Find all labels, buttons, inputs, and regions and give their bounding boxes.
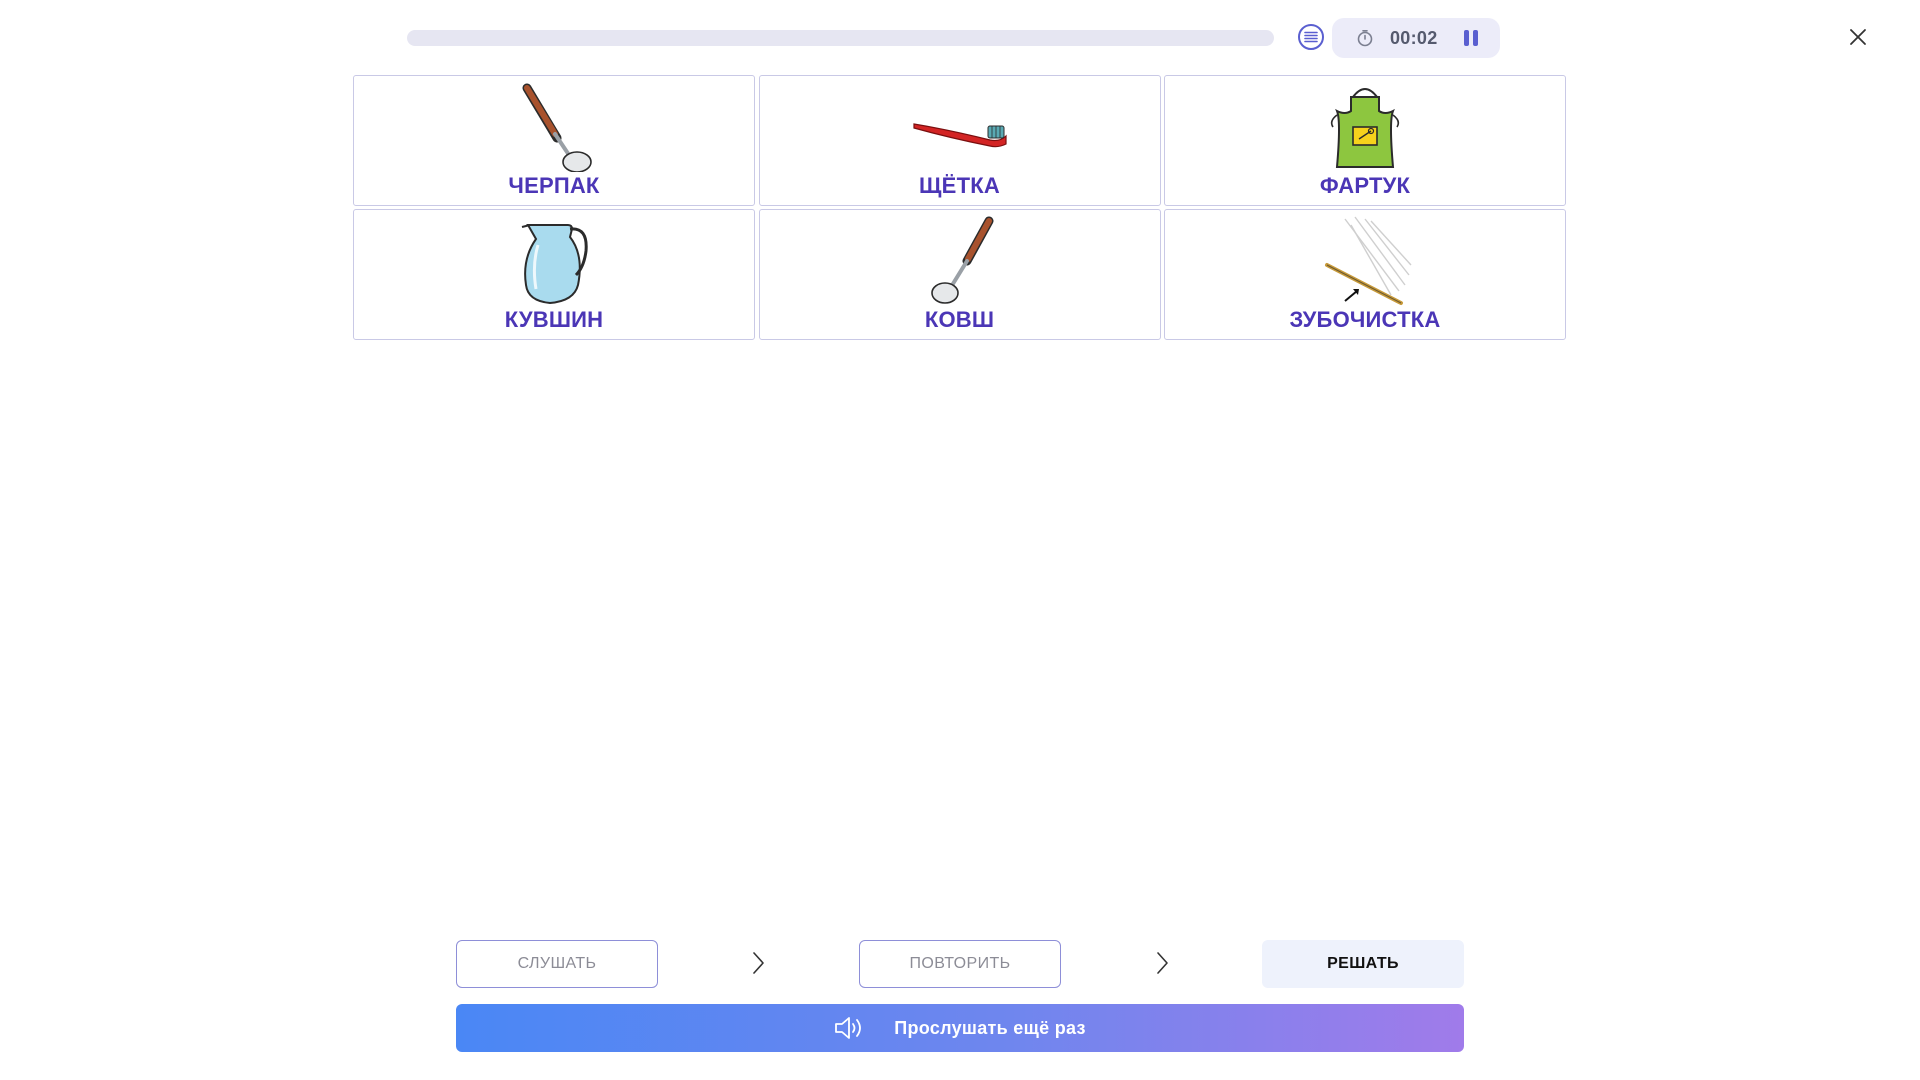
card-ladle[interactable]: ЧЕРПАК bbox=[353, 75, 755, 206]
chevron-right-icon bbox=[753, 952, 764, 974]
solve-step-button[interactable]: РЕШАТЬ bbox=[1262, 940, 1464, 988]
dipper-icon bbox=[905, 215, 1015, 307]
listen-step-button[interactable]: СЛУШАТЬ bbox=[456, 940, 658, 988]
card-grid: ЧЕРПАК ЩЁТКА ФАРТУК КУВШИН КОВШ ЗУБОЧИСТ… bbox=[353, 75, 1567, 340]
card-label: ЗУБОЧИСТКА bbox=[1289, 307, 1441, 332]
timer-panel: 00:02 bbox=[1332, 18, 1500, 58]
list-icon[interactable] bbox=[1298, 24, 1324, 50]
listen-again-label: Прослушать ещё раз bbox=[894, 1017, 1086, 1038]
card-label: ФАРТУК bbox=[1319, 173, 1411, 198]
timer-value: 00:02 bbox=[1390, 27, 1438, 48]
card-toothpick[interactable]: ЗУБОЧИСТКА bbox=[1164, 209, 1566, 340]
card-dipper[interactable]: КОВШ bbox=[758, 209, 1161, 340]
repeat-step-button[interactable]: ПОВТОРИТЬ bbox=[859, 940, 1061, 988]
card-label: ЧЕРПАК bbox=[508, 173, 600, 198]
card-apron[interactable]: ФАРТУК bbox=[1164, 75, 1566, 206]
card-jug[interactable]: КУВШИН bbox=[353, 209, 755, 340]
apron-icon bbox=[1310, 81, 1420, 173]
toothpick-icon bbox=[1310, 215, 1420, 307]
jug-icon bbox=[499, 215, 609, 307]
card-label: КУВШИН bbox=[504, 307, 604, 332]
ladle-icon bbox=[499, 81, 609, 173]
card-label: КОВШ bbox=[924, 307, 995, 332]
toothbrush-icon bbox=[905, 81, 1015, 173]
listen-again-button[interactable]: Прослушать ещё раз bbox=[456, 1004, 1464, 1052]
stopwatch-icon bbox=[1356, 28, 1376, 48]
pause-icon[interactable] bbox=[1460, 27, 1482, 49]
speaker-icon bbox=[835, 1017, 862, 1039]
close-icon[interactable] bbox=[1845, 24, 1871, 50]
card-toothbrush[interactable]: ЩЁТКА bbox=[758, 75, 1161, 206]
card-label: ЩЁТКА bbox=[919, 173, 1000, 198]
chevron-right-icon bbox=[1157, 952, 1168, 974]
progress-bar bbox=[407, 30, 1274, 46]
